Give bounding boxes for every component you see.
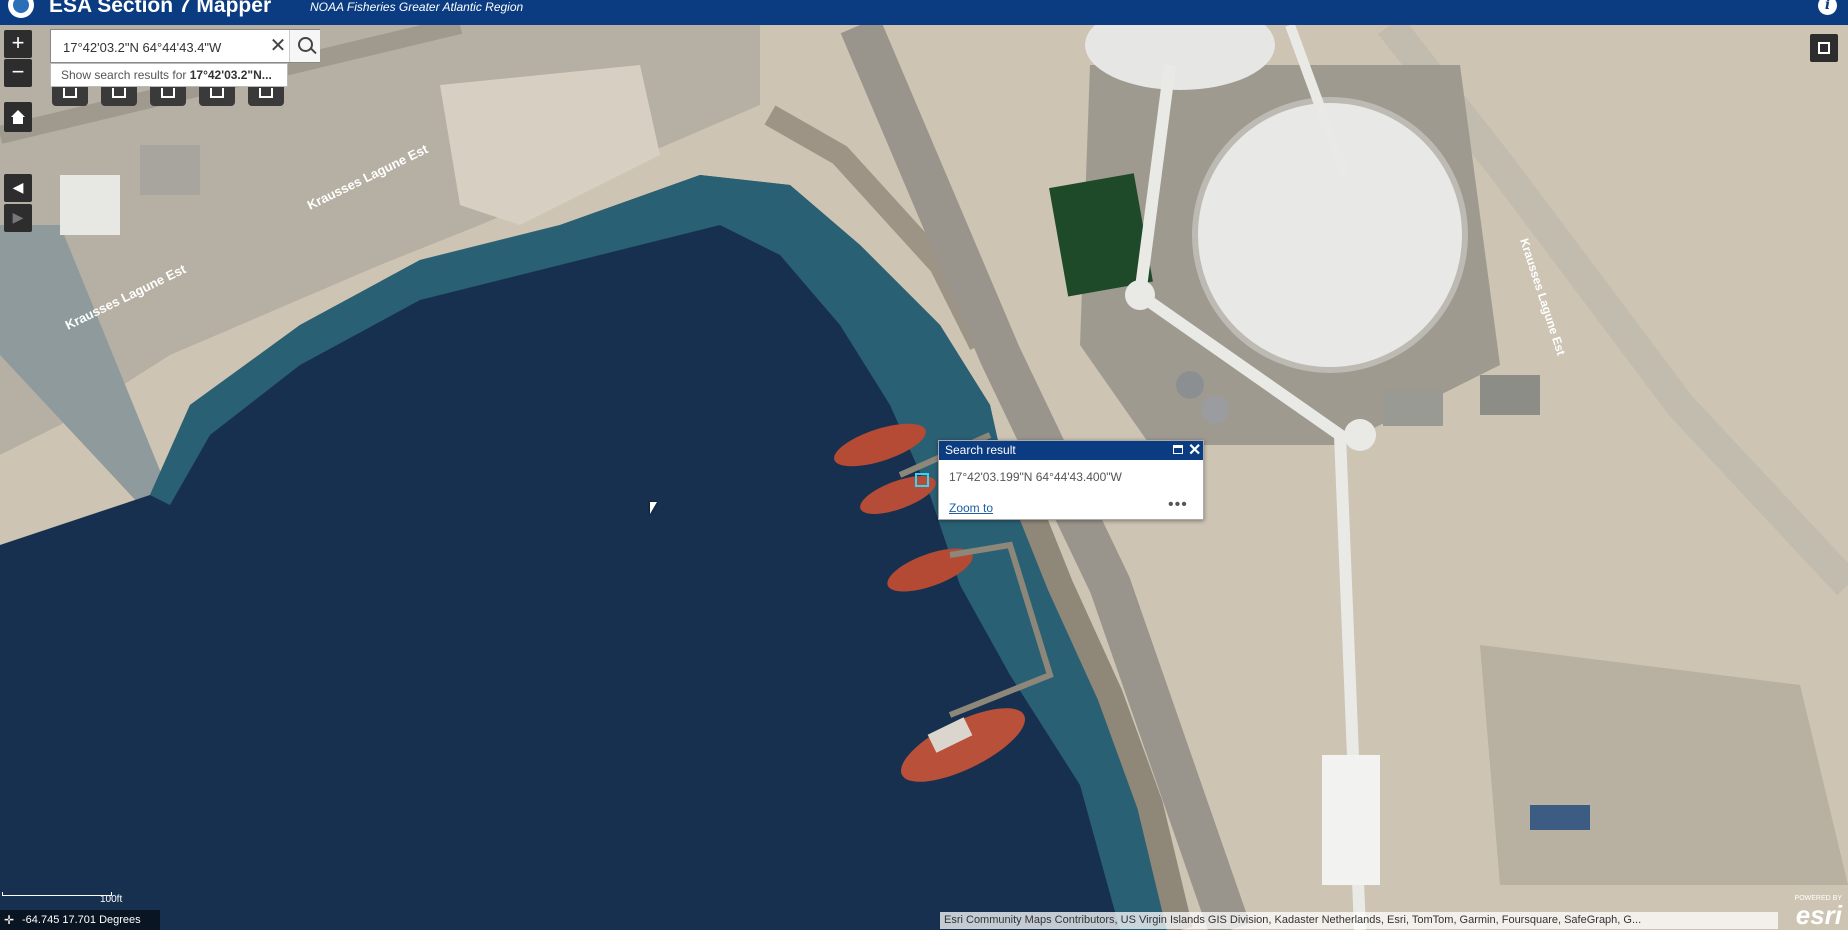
mouse-cursor-icon bbox=[650, 502, 657, 514]
scale-bar: 100ft bbox=[2, 892, 122, 906]
back-button[interactable]: ◀ bbox=[4, 174, 32, 202]
suggestion-term: 17°42'03.2"N... bbox=[189, 68, 272, 82]
zoom-out-button[interactable]: − bbox=[4, 59, 32, 87]
app-header: ESA Section 7 Mapper NOAA Fisheries Grea… bbox=[0, 0, 1848, 25]
close-icon[interactable]: ✕ bbox=[1188, 441, 1201, 460]
map-attribution[interactable]: Esri Community Maps Contributors, US Vir… bbox=[940, 912, 1778, 929]
search-button[interactable] bbox=[289, 30, 320, 62]
info-icon[interactable]: i bbox=[1818, 0, 1837, 15]
fullscreen-icon bbox=[1818, 42, 1830, 54]
zoom-in-button[interactable]: + bbox=[4, 30, 32, 58]
noaa-logo bbox=[8, 0, 34, 18]
scale-bar-label: 100ft bbox=[100, 894, 123, 905]
clear-search-icon[interactable]: ✕ bbox=[265, 32, 291, 60]
powered-by-esri[interactable]: POWERED BY esri bbox=[1784, 895, 1844, 929]
search-result-marker bbox=[915, 473, 929, 487]
app-title: ESA Section 7 Mapper bbox=[49, 0, 272, 17]
home-button[interactable] bbox=[4, 102, 32, 132]
crosshair-icon[interactable]: ✛ bbox=[4, 910, 14, 930]
suggestion-prefix: Show search results for bbox=[61, 68, 190, 82]
more-options-icon[interactable]: ••• bbox=[1168, 496, 1188, 514]
popup-title: Search result bbox=[945, 443, 1016, 457]
coordinate-readout: -64.745 17.701 Degrees bbox=[22, 914, 141, 926]
esri-logo: esri bbox=[1795, 900, 1842, 930]
coordinate-widget[interactable]: ✛ -64.745 17.701 Degrees bbox=[0, 910, 160, 930]
fullscreen-button[interactable] bbox=[1810, 34, 1838, 62]
zoom-to-link[interactable]: Zoom to bbox=[949, 501, 993, 515]
app-subtitle: NOAA Fisheries Greater Atlantic Region bbox=[310, 0, 524, 14]
popup-coordinates: 17°42'03.199"N 64°44'43.400"W bbox=[949, 470, 1122, 484]
search-input[interactable] bbox=[51, 30, 277, 64]
scale-bar-line bbox=[2, 892, 112, 896]
search-suggestion[interactable]: Show search results for 17°42'03.2"N... bbox=[50, 63, 288, 87]
maximize-icon[interactable] bbox=[1173, 445, 1183, 454]
forward-button[interactable]: ▶ bbox=[4, 204, 32, 232]
popup-header: Search result ✕ bbox=[939, 441, 1203, 460]
home-icon bbox=[11, 110, 25, 124]
app-window: ESA Section 7 Mapper NOAA Fisheries Grea… bbox=[0, 0, 1848, 930]
search-box: ✕ bbox=[50, 29, 320, 64]
search-result-popup: Search result ✕ 17°42'03.199"N 64°44'43.… bbox=[938, 440, 1204, 520]
search-icon bbox=[298, 37, 313, 52]
